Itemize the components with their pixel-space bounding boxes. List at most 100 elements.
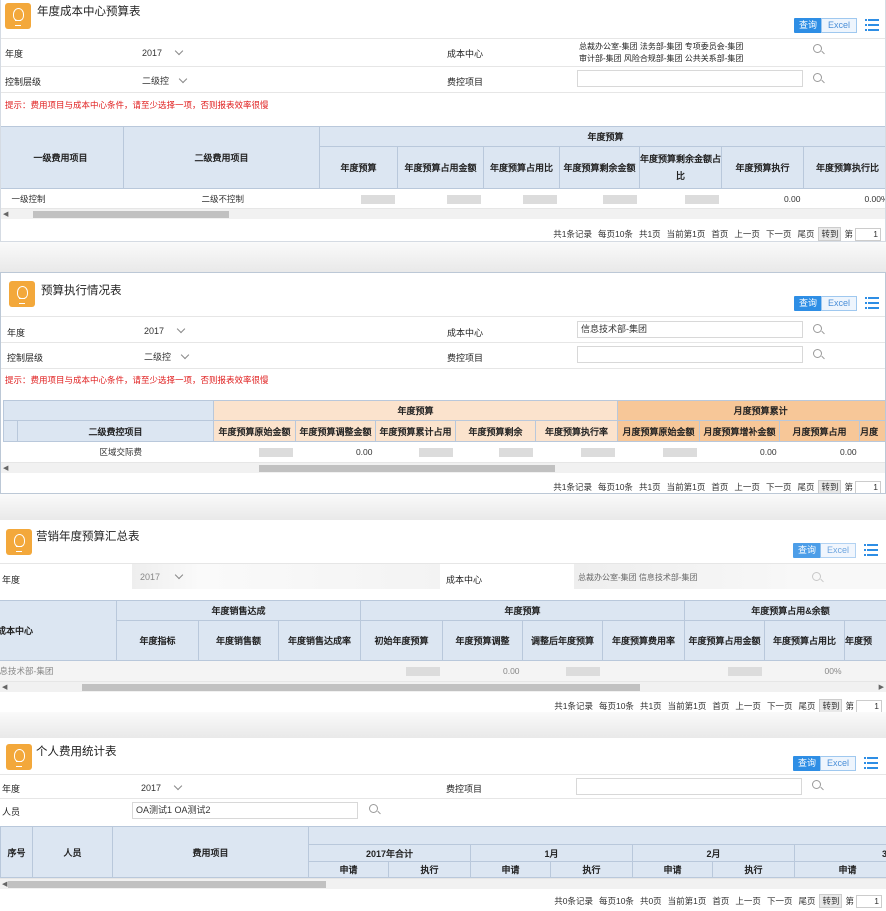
horizontal-scrollbar[interactable]: ◀ — [0, 878, 886, 889]
search-icon[interactable] — [813, 324, 822, 333]
col-header-cost-center: 成本中心 — [0, 600, 117, 661]
prev-page-link[interactable]: 上一页 — [735, 701, 761, 711]
first-page-link[interactable]: 首页 — [712, 896, 729, 906]
col-header-seq: 序号 — [0, 826, 33, 878]
table-row[interactable]: 息技术部-集团 0.00 00% — [0, 660, 886, 681]
first-page-link[interactable]: 首页 — [711, 229, 728, 239]
lightbulb-icon — [5, 3, 31, 29]
col-header-apply: 申请 — [793, 861, 886, 878]
cost-center-values-line2: 审计部-集团 风险合规部-集团 公共关系部-集团 — [579, 54, 744, 63]
scroll-left-icon[interactable]: ◀ — [2, 683, 7, 691]
year-select[interactable]: 2017 — [134, 779, 186, 795]
current-page: 当前第1页 — [667, 701, 707, 711]
fee-item-input[interactable] — [577, 70, 803, 87]
page-number-input[interactable]: 1 — [856, 895, 882, 908]
last-page-link[interactable]: 尾页 — [798, 701, 815, 711]
cell — [376, 442, 456, 462]
page-number-input[interactable]: 1 — [855, 228, 881, 241]
pagination: 共0条记录 每页10条 共0页 当前第1页 首页 上一页 下一页 尾页 转到第 1 — [548, 894, 882, 908]
blank-header — [307, 826, 886, 845]
panel-title: 年度成本中心预算表 — [37, 6, 141, 18]
first-page-link[interactable]: 首页 — [711, 482, 728, 492]
col-header-month: 1月 — [470, 844, 633, 862]
query-button[interactable]: 查询 — [793, 543, 821, 558]
query-button[interactable]: 查询 — [794, 18, 822, 33]
year-select[interactable]: 2017 — [137, 322, 189, 338]
fee-item-input[interactable] — [577, 346, 803, 363]
search-icon[interactable] — [813, 73, 822, 82]
lightbulb-icon — [6, 529, 32, 555]
excel-export-button[interactable]: Excel — [821, 18, 857, 33]
go-to-page-button[interactable]: 转到 — [819, 699, 843, 712]
blank-header — [3, 420, 18, 442]
next-page-link[interactable]: 下一页 — [766, 482, 792, 492]
list-menu-icon[interactable] — [865, 19, 879, 31]
scroll-left-icon[interactable]: ◀ — [3, 210, 8, 218]
col-header-fee-item: 费用项目 — [112, 826, 309, 878]
table-row[interactable]: 一级控制 二级不控制 0.00 0.00% — [1, 189, 885, 209]
go-to-page-button[interactable]: 转到 — [818, 227, 842, 241]
year-label: 年度 — [7, 328, 26, 338]
col-header: 年度预算占用比 — [764, 620, 846, 661]
col-header-level2-item: 二级费用项目 — [123, 126, 320, 189]
person-input[interactable]: OA测试1 OA测试2 — [132, 802, 358, 819]
prev-page-link[interactable]: 上一页 — [735, 896, 761, 906]
group-header-annual-budget: 年度预算 — [360, 600, 686, 621]
list-menu-icon[interactable] — [865, 297, 879, 309]
prev-page-link[interactable]: 上一页 — [734, 229, 760, 239]
scroll-left-icon[interactable]: ◀ — [2, 880, 7, 888]
excel-export-button[interactable]: Excel — [821, 296, 857, 311]
fee-item-input[interactable] — [576, 778, 802, 795]
excel-export-button[interactable]: Excel — [820, 543, 856, 558]
last-page-link[interactable]: 尾页 — [798, 896, 815, 906]
cell: 0.00 — [502, 665, 520, 676]
cell — [640, 189, 722, 209]
scroll-right-icon[interactable]: ▶ — [879, 683, 884, 691]
last-page-link[interactable]: 尾页 — [797, 229, 814, 239]
first-page-link[interactable]: 首页 — [712, 701, 729, 711]
cell — [484, 189, 560, 209]
panel-title: 个人费用统计表 — [36, 746, 117, 758]
next-page-link[interactable]: 下一页 — [766, 229, 792, 239]
record-count: 共1条记录 — [553, 229, 592, 239]
horizontal-scrollbar[interactable]: ◀ ▶ — [0, 681, 886, 692]
excel-export-button[interactable]: Excel — [820, 756, 856, 771]
list-menu-icon[interactable] — [864, 757, 878, 769]
search-icon[interactable] — [813, 349, 822, 358]
horizontal-scrollbar[interactable]: ◀ — [1, 208, 885, 219]
page-number-input[interactable]: 1 — [856, 700, 882, 712]
search-icon[interactable] — [812, 572, 821, 581]
col-header: 调整后年度预算 — [522, 620, 604, 661]
current-page: 当前第1页 — [666, 482, 706, 492]
next-page-link[interactable]: 下一页 — [767, 896, 793, 906]
search-icon[interactable] — [813, 44, 822, 53]
cost-center-input[interactable]: 信息技术部-集团 — [577, 321, 803, 338]
col-header-exec: 执行 — [712, 861, 795, 878]
year-select[interactable]: 2017 — [134, 569, 186, 585]
col-header: 年度预算 — [319, 146, 398, 189]
control-level-select[interactable]: 二级控 — [135, 72, 191, 88]
scroll-left-icon[interactable]: ◀ — [3, 464, 8, 472]
col-header: 年度预算占用金额 — [684, 620, 766, 661]
chevron-down-icon — [180, 350, 190, 360]
col-header-apply: 申请 — [632, 861, 713, 878]
cell: 0.00 — [840, 446, 857, 457]
year-label: 年度 — [2, 575, 21, 585]
page-number-input[interactable]: 1 — [855, 481, 881, 493]
query-button[interactable]: 查询 — [793, 756, 821, 771]
list-menu-icon[interactable] — [864, 544, 878, 556]
year-select[interactable]: 2017 — [135, 44, 187, 60]
search-icon[interactable] — [369, 804, 378, 813]
horizontal-scrollbar[interactable]: ◀ — [1, 462, 885, 473]
last-page-link[interactable]: 尾页 — [797, 482, 814, 492]
page-prefix: 第 — [844, 482, 853, 492]
go-to-page-button[interactable]: 转到 — [818, 480, 842, 493]
prev-page-link[interactable]: 上一页 — [734, 482, 760, 492]
control-level-select[interactable]: 二级控 — [137, 348, 193, 364]
go-to-page-button[interactable]: 转到 — [819, 894, 843, 908]
table-row[interactable]: 区域交际费 0.00 0.00 0.00 — [4, 442, 886, 462]
next-page-link[interactable]: 下一页 — [767, 701, 793, 711]
search-icon[interactable] — [812, 780, 821, 789]
query-button[interactable]: 查询 — [794, 296, 822, 311]
record-count: 共0条记录 — [554, 896, 593, 906]
